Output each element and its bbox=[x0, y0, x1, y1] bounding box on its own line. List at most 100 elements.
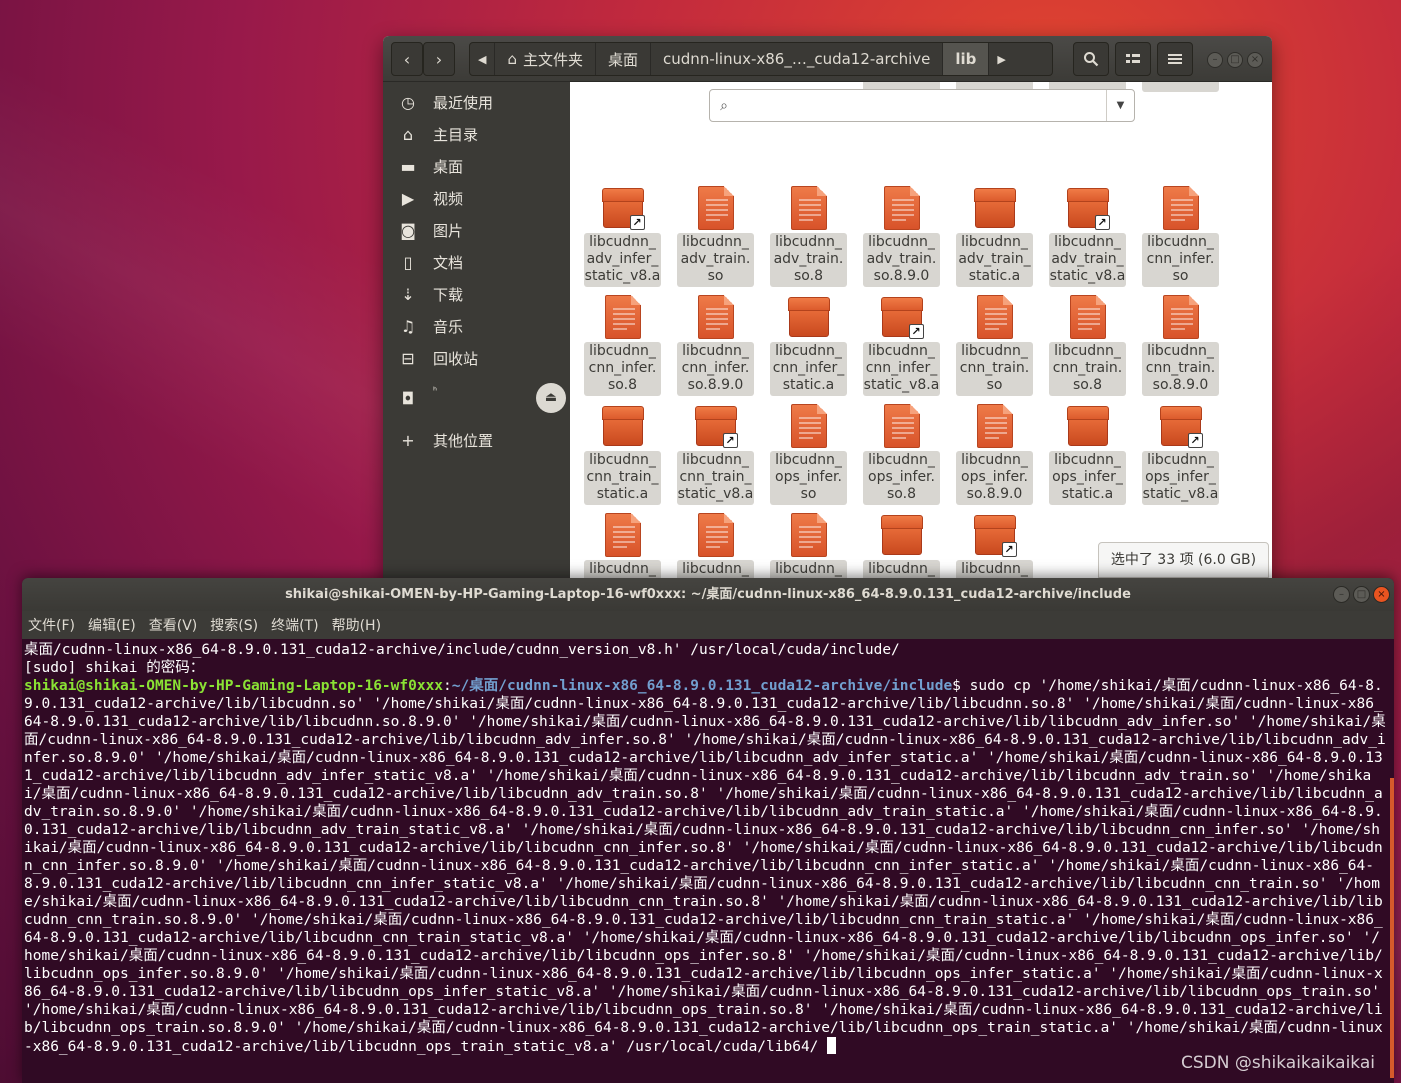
maximize-icon[interactable]: □ bbox=[1353, 586, 1370, 603]
file-name-line: cnn_infer. bbox=[681, 360, 750, 376]
file-item[interactable]: libcudnn_ cnn_train. so bbox=[956, 291, 1033, 399]
shared-library-icon bbox=[694, 513, 738, 557]
sidebar-item-videos[interactable]: ▶ 视频 bbox=[383, 182, 570, 214]
file-name: libcudnn_ ops_infer. so bbox=[770, 451, 847, 505]
file-name-line: static.a bbox=[596, 486, 649, 502]
file-item[interactable]: libcudnn_ adv_train. so.8 bbox=[770, 182, 847, 290]
file-name: libcudnn_ cnn_infer. so bbox=[1142, 233, 1219, 287]
file-item[interactable]: libcudnn_ cnn_train. so.8 bbox=[1049, 291, 1126, 399]
file-item[interactable]: libcudnn_ cnn_infer_ static.a bbox=[770, 291, 847, 399]
file-item[interactable]: libcudnn_ cnn_infer. so.8 bbox=[584, 291, 661, 399]
file-item[interactable]: libcudnn_ adv_train. so bbox=[677, 182, 754, 290]
sidebar-item-label: 最近使用 bbox=[433, 93, 494, 112]
shared-library-icon bbox=[1159, 186, 1203, 230]
back-button[interactable]: ‹ bbox=[391, 42, 423, 76]
breadcrumb-lib[interactable]: lib bbox=[943, 43, 990, 75]
terminal-window: shikai@shikai-OMEN-by-HP-Gaming-Laptop-1… bbox=[22, 578, 1394, 1083]
minimize-icon[interactable]: – bbox=[1207, 52, 1223, 68]
archive-icon: ↗ bbox=[601, 186, 645, 230]
view-mode-button[interactable] bbox=[1115, 42, 1151, 76]
chevron-down-icon[interactable]: ▼ bbox=[1106, 90, 1134, 121]
search-input[interactable] bbox=[738, 91, 1106, 120]
shared-library-icon bbox=[880, 404, 924, 448]
breadcrumb-left-arrow-icon[interactable]: ◀ bbox=[470, 43, 496, 75]
file-item[interactable]: libcudnn_ cnn_train_ static.a bbox=[584, 400, 661, 508]
file-name-line: so.8 bbox=[794, 268, 823, 284]
file-name-line: so.8.9.0 bbox=[687, 377, 744, 393]
file-name-line: adv_train. bbox=[866, 251, 937, 267]
terminal-scrollbar[interactable] bbox=[1390, 778, 1394, 1078]
sidebar-item-other-locations[interactable]: + 其他位置 bbox=[383, 424, 570, 456]
menu-file[interactable]: 文件(F) bbox=[28, 615, 75, 635]
menu-edit[interactable]: 编辑(E) bbox=[88, 615, 136, 635]
sidebar-item-trash[interactable]: ⊟ 回收站 bbox=[383, 342, 570, 374]
sidebar-item-downloads[interactable]: ⇣ 下载 bbox=[383, 278, 570, 310]
sidebar-item-pictures[interactable]: ◙ 图片 bbox=[383, 214, 570, 246]
terminal-command: sudo cp '/home/shikai/桌面/cudnn-linux-x86… bbox=[24, 678, 1389, 1055]
file-name-line: adv_infer_ bbox=[586, 251, 659, 267]
file-item[interactable]: libcudnn_ ops_infer_ static.a bbox=[1049, 400, 1126, 508]
terminal-output[interactable]: 桌面/cudnn-linux-x86_64-8.9.0.131_cuda12-a… bbox=[22, 639, 1390, 1083]
sidebar-item-music[interactable]: ♫ 音乐 bbox=[383, 310, 570, 342]
file-name-line: libcudnn_ bbox=[589, 343, 656, 359]
file-name-line: libcudnn_ bbox=[1054, 452, 1121, 468]
file-name-line: cnn_infer_ bbox=[772, 360, 845, 376]
prompt-path: ~/桌面/cudnn-linux-x86_64-8.9.0.131_cuda12… bbox=[451, 678, 953, 694]
file-item[interactable]: libcudnn_ cnn_infer. so bbox=[1142, 182, 1219, 290]
file-name-line: libcudnn_ bbox=[961, 343, 1028, 359]
file-name: libcudnn_ ops_infer. so.8.9.0 bbox=[956, 451, 1033, 505]
file-name-line: libcudnn_ bbox=[868, 561, 935, 577]
file-item[interactable]: ↗ libcudnn_ adv_train_ static_v8.a bbox=[1049, 182, 1126, 290]
menu-view[interactable]: 查看(V) bbox=[149, 615, 198, 635]
minimize-icon[interactable]: – bbox=[1333, 586, 1350, 603]
eject-icon[interactable]: ⏏ bbox=[536, 383, 566, 413]
maximize-icon[interactable]: □ bbox=[1227, 52, 1243, 68]
file-item[interactable]: libcudnn_ cnn_train. so.8.9.0 bbox=[1142, 291, 1219, 399]
file-item[interactable]: ↗ libcudnn_ cnn_train_ static_v8.a bbox=[677, 400, 754, 508]
file-name-line: so.8 bbox=[608, 377, 637, 393]
sidebar-item-desktop[interactable]: ▬ 桌面 bbox=[383, 150, 570, 182]
menu-search[interactable]: 搜索(S) bbox=[210, 615, 258, 635]
files-window: ‹ › ◀ ⌂ 主文件夹 桌面 cudnn-linux-x86_…_cuda12… bbox=[383, 36, 1272, 596]
close-icon[interactable]: × bbox=[1247, 52, 1263, 68]
file-item[interactable]: libcudnn_ adv_train. so.8.9.0 bbox=[863, 182, 940, 290]
file-item[interactable]: libcudnn_ ops_infer. so.8.9.0 bbox=[956, 400, 1033, 508]
file-item[interactable]: libcudnn_ ops_infer. so.8 bbox=[863, 400, 940, 508]
file-name-line: libcudnn_ bbox=[961, 561, 1028, 577]
breadcrumb-right-arrow-icon[interactable]: ▶ bbox=[989, 43, 1013, 75]
sidebar-item-recent[interactable]: ◷ 最近使用 bbox=[383, 86, 570, 118]
menu-terminal[interactable]: 终端(T) bbox=[271, 615, 318, 635]
sidebar-item-documents[interactable]: ▯ 文档 bbox=[383, 246, 570, 278]
file-name: libcudnn_ cnn_train. so.8 bbox=[1049, 342, 1126, 396]
archive-icon: ↗ bbox=[694, 404, 738, 448]
breadcrumb-home[interactable]: ⌂ 主文件夹 bbox=[495, 43, 597, 75]
file-name: libcudnn_ cnn_train_ static.a bbox=[584, 451, 661, 505]
close-icon[interactable]: × bbox=[1373, 586, 1390, 603]
file-item[interactable]: ↗ libcudnn_ cnn_infer_ static_v8.a bbox=[863, 291, 940, 399]
trash-icon: ⊟ bbox=[401, 348, 415, 368]
file-item[interactable]: ↗ libcudnn_ adv_infer_ static_v8.a bbox=[584, 182, 661, 290]
forward-button[interactable]: › bbox=[423, 42, 455, 76]
forward-icon: › bbox=[435, 49, 443, 69]
file-item[interactable]: libcudnn_ adv_train_ static.a bbox=[956, 182, 1033, 290]
menu-button[interactable] bbox=[1157, 42, 1193, 76]
search-button[interactable] bbox=[1073, 42, 1109, 76]
menu-help[interactable]: 帮助(H) bbox=[332, 615, 381, 635]
file-item[interactable]: ↗ libcudnn_ ops_infer_ static_v8.a bbox=[1142, 400, 1219, 508]
breadcrumb-lib-label: lib bbox=[955, 50, 977, 68]
prompt-dollar: $ bbox=[952, 678, 970, 694]
folder-icon: ▬ bbox=[400, 156, 416, 176]
file-item[interactable]: libcudnn_ cnn_infer. so.8.9.0 bbox=[677, 291, 754, 399]
breadcrumb-desktop[interactable]: 桌面 bbox=[596, 43, 652, 75]
file-item-partial[interactable] bbox=[1142, 82, 1219, 92]
breadcrumb-cudnn-archive[interactable]: cudnn-linux-x86_…_cuda12-archive bbox=[651, 43, 944, 75]
search-bar[interactable]: ⌕ ▼ bbox=[709, 89, 1135, 122]
plus-icon: + bbox=[401, 430, 415, 450]
shared-library-icon bbox=[1159, 295, 1203, 339]
search-icon: ⌕ bbox=[720, 97, 728, 114]
file-item[interactable]: libcudnn_ ops_infer. so bbox=[770, 400, 847, 508]
shared-library-icon bbox=[973, 295, 1017, 339]
sidebar-item-home[interactable]: ⌂ 主目录 bbox=[383, 118, 570, 150]
music-icon: ♫ bbox=[400, 316, 416, 336]
file-name: libcudnn_ cnn_infer_ static_v8.a bbox=[863, 342, 940, 396]
